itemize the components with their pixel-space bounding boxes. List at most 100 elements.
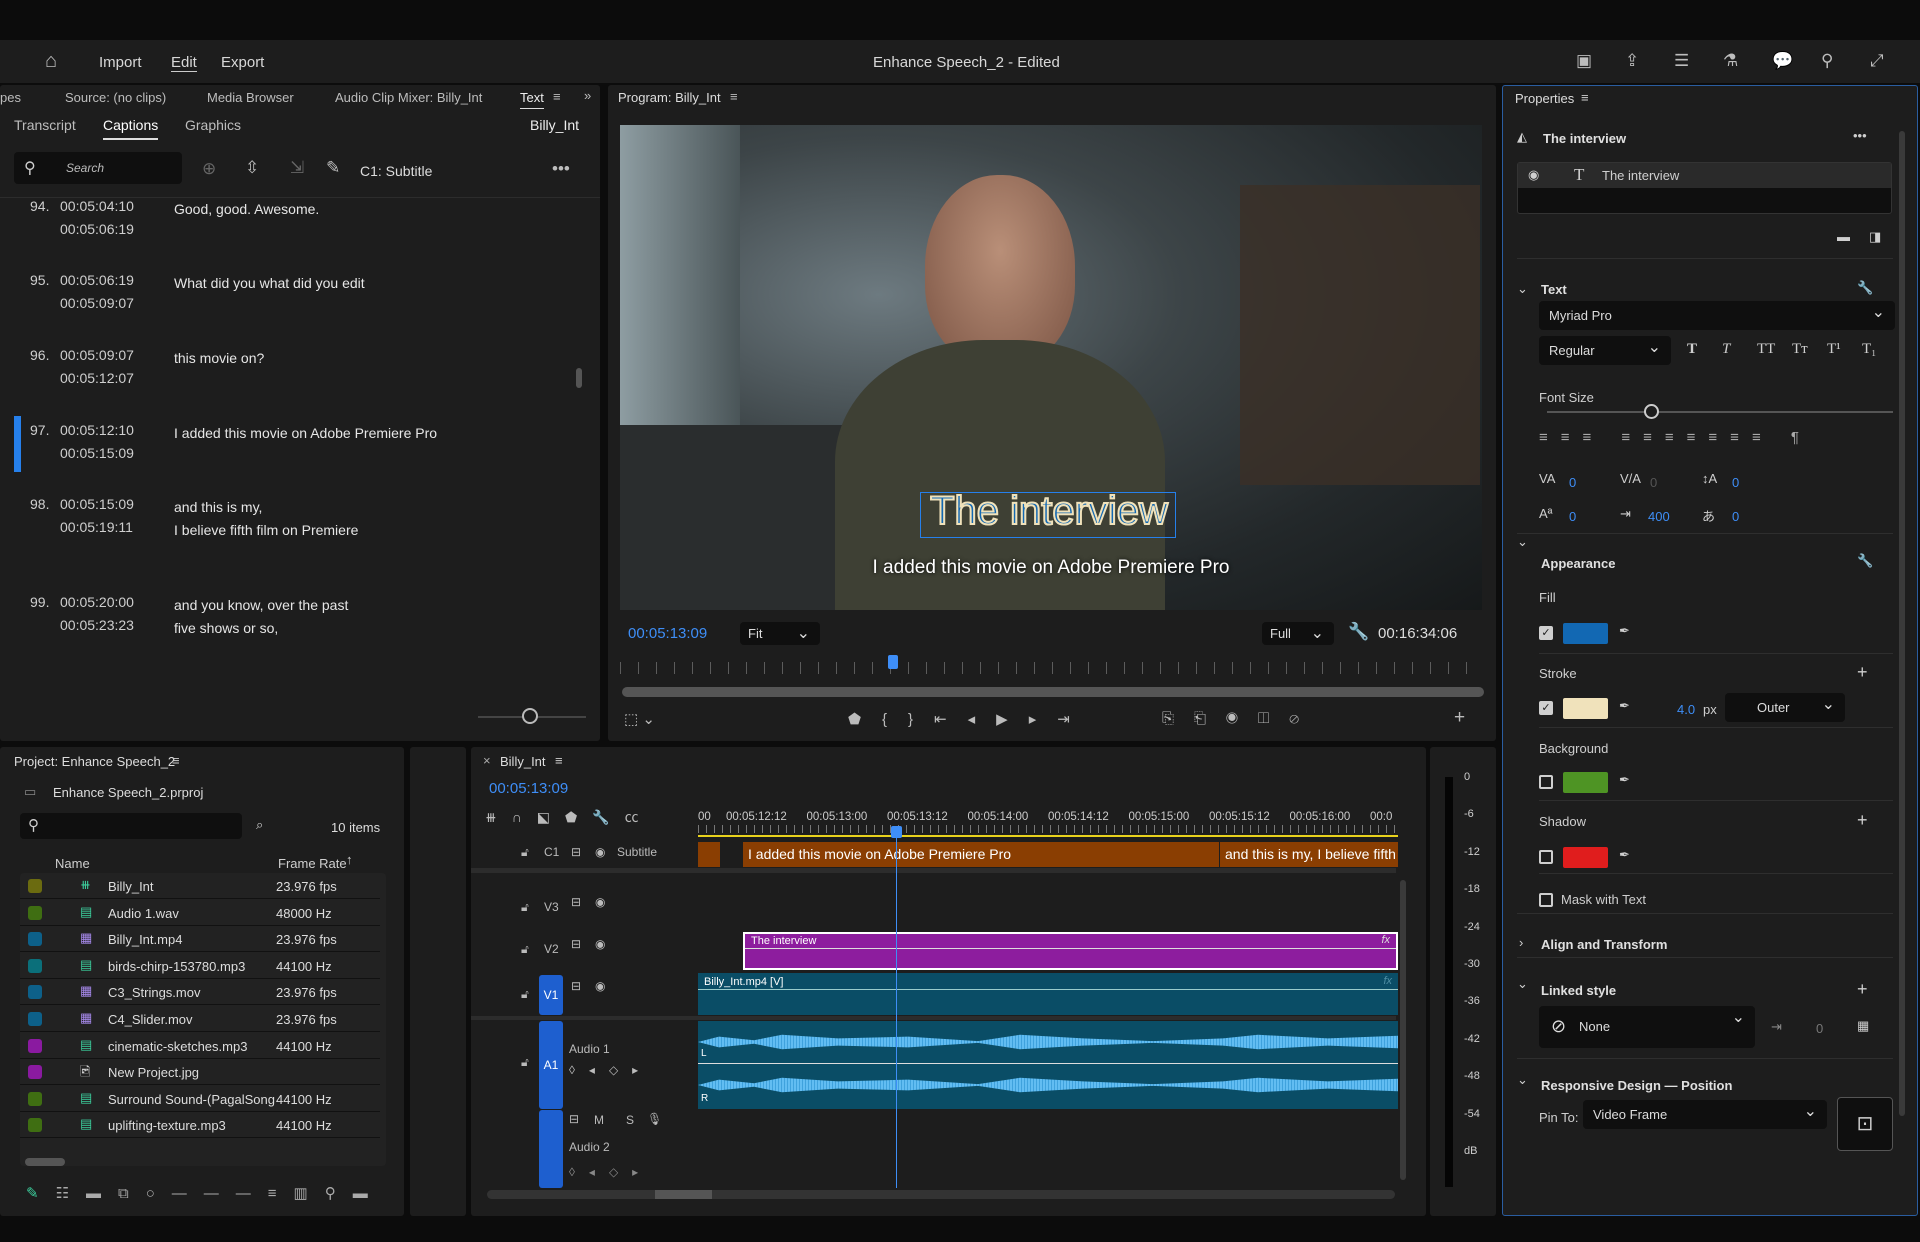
wrench-icon[interactable]: 🔧 xyxy=(1348,622,1369,642)
zoom-scrollbar[interactable] xyxy=(622,687,1484,697)
folder-up-icon[interactable]: ▭ xyxy=(24,784,36,800)
transport-controls[interactable]: ⬟{}⇤◂▶▸⇥ xyxy=(848,710,1091,728)
font-size-slider-handle[interactable] xyxy=(1643,404,1659,419)
track-divider[interactable] xyxy=(471,868,1396,873)
label-color-swatch[interactable] xyxy=(28,958,42,973)
graphic-title-text[interactable]: The interview xyxy=(921,488,1177,534)
timeline-timecode[interactable]: 00:05:13:09 xyxy=(489,780,568,797)
column-frame-rate[interactable]: Frame Rate xyxy=(278,856,347,871)
leading-value[interactable]: 0 xyxy=(1732,475,1739,490)
add-button-icon[interactable]: + xyxy=(1454,707,1465,729)
playhead-line[interactable] xyxy=(896,828,897,1188)
stroke-width-value[interactable]: 4.0 xyxy=(1677,702,1695,717)
label-color-swatch[interactable] xyxy=(28,1091,42,1106)
lock-icon[interactable]: 🔓︎ xyxy=(521,845,529,860)
shadow-color-swatch[interactable] xyxy=(1563,847,1608,868)
tab-scopes[interactable]: pes xyxy=(0,90,21,105)
audio-clip[interactable]: L R xyxy=(698,1021,1398,1109)
caption-item[interactable]: 96. 00:05:09:07 00:05:12:07 this movie o… xyxy=(0,347,590,417)
align-transform-header[interactable]: Align and Transform xyxy=(1541,937,1667,952)
chevron-down-icon[interactable]: ⌄ xyxy=(1517,534,1528,550)
source-patch-a2[interactable] xyxy=(539,1110,563,1188)
label-color-swatch[interactable] xyxy=(28,905,42,920)
label-color-swatch[interactable] xyxy=(28,932,42,947)
chevron-down-icon[interactable]: ⌄ xyxy=(1517,976,1528,992)
tab-audio-clip-mixer[interactable]: Audio Clip Mixer: Billy_Int xyxy=(335,90,482,105)
panel-menu-icon[interactable]: ≡ xyxy=(555,753,563,768)
lock-icon[interactable]: 🔓︎ xyxy=(521,900,529,915)
eye-icon[interactable]: ◉ xyxy=(595,895,605,909)
microphone-icon[interactable]: 🎙︎ xyxy=(647,1112,662,1126)
caption-out-time[interactable]: 00:05:15:09 xyxy=(60,445,134,461)
eye-icon[interactable]: ◉ xyxy=(1528,167,1539,183)
appearance-header[interactable]: Appearance xyxy=(1541,556,1615,571)
timeline-toolbar[interactable]: ⧻∩⬕⬟🔧㏄ xyxy=(485,807,654,827)
caption-out-time[interactable]: 00:05:12:07 xyxy=(60,370,134,386)
more-panels-icon[interactable]: » xyxy=(584,88,591,103)
wrench-icon[interactable]: 🔧 xyxy=(1857,280,1873,296)
playhead-timecode[interactable]: 00:05:13:09 xyxy=(628,625,707,642)
zoom-slider-handle[interactable] xyxy=(522,708,538,724)
text-style-button[interactable]: T xyxy=(1687,341,1697,358)
eyedropper-icon[interactable]: ✒ xyxy=(1619,772,1630,788)
tab-transcript[interactable]: Transcript xyxy=(14,117,76,133)
menu-export[interactable]: Export xyxy=(221,54,264,71)
eyedropper-icon[interactable]: ✒ xyxy=(1619,698,1630,714)
text-style-button[interactable]: T₁ xyxy=(1862,341,1876,358)
source-patch-a1[interactable]: A1 xyxy=(539,1021,563,1109)
time-ruler[interactable] xyxy=(620,662,1482,674)
tsume-value[interactable]: 0 xyxy=(1732,509,1739,524)
baseline-value[interactable]: 0 xyxy=(1569,509,1576,524)
style-count[interactable]: 0 xyxy=(1816,1021,1823,1036)
fill-color-swatch[interactable] xyxy=(1563,623,1608,644)
video-clip[interactable]: Billy_Int.mp4 [V] fx xyxy=(698,973,1398,1015)
source-patch-v1[interactable]: V1 xyxy=(539,975,563,1015)
chevron-down-icon[interactable]: ⌄ xyxy=(1517,1072,1528,1088)
caption-item[interactable]: 98. 00:05:15:09 00:05:19:11 and this is … xyxy=(0,496,590,566)
find-bin-icon[interactable]: ⌕ xyxy=(256,817,263,833)
tab-width-value[interactable]: 400 xyxy=(1648,509,1670,524)
caption-in-time[interactable]: 00:05:09:07 xyxy=(60,347,134,363)
share-icon[interactable]: ⇪ xyxy=(1625,51,1639,71)
mute-button[interactable]: M xyxy=(594,1113,604,1127)
panel-menu-icon[interactable]: ≡ xyxy=(1581,90,1589,105)
add-caption-icon[interactable]: ⊕ xyxy=(202,159,216,179)
playhead-handle[interactable] xyxy=(891,826,902,838)
learn-icon[interactable]: ⚗ xyxy=(1723,51,1738,71)
sync-lock-icon[interactable]: ⊟ xyxy=(571,937,581,951)
font-size-slider[interactable] xyxy=(1547,411,1893,413)
project-footer-toolbar[interactable]: ✎☷▬⧉○———≡▥⚲▬ xyxy=(26,1184,385,1202)
tab-captions[interactable]: Captions xyxy=(103,117,159,140)
mask-with-text-checkbox[interactable] xyxy=(1539,893,1553,907)
text-style-button[interactable]: T xyxy=(1722,341,1730,358)
eyedropper-icon[interactable]: ✒ xyxy=(1619,623,1630,639)
caption-item[interactable]: 99. 00:05:20:00 00:05:23:23 and you know… xyxy=(0,594,590,664)
lock-icon[interactable]: 🔓︎ xyxy=(521,1055,529,1070)
sort-ascending-icon[interactable]: ↑ xyxy=(346,852,353,867)
caption-out-time[interactable]: 00:05:23:23 xyxy=(60,617,134,633)
properties-scrollbar[interactable] xyxy=(1899,131,1905,1116)
eye-icon[interactable]: ◉ xyxy=(595,845,605,859)
solo-button[interactable]: S xyxy=(626,1113,634,1127)
menu-edit[interactable]: Edit xyxy=(171,54,197,72)
stroke-checkbox[interactable]: ✓ xyxy=(1539,701,1553,715)
sync-lock-icon[interactable]: ⊟ xyxy=(571,979,581,993)
text-style-button[interactable]: Tт xyxy=(1792,341,1808,358)
push-style-icon[interactable]: ⇥ xyxy=(1771,1019,1782,1035)
label-color-swatch[interactable] xyxy=(28,1065,42,1080)
caption-search-input[interactable]: ⚲ Search xyxy=(14,152,182,184)
fx-badge[interactable]: fx xyxy=(1381,934,1390,946)
shadow-checkbox[interactable] xyxy=(1539,850,1553,864)
panel-menu-icon[interactable]: ≡ xyxy=(172,753,180,768)
sync-lock-icon[interactable]: ⊟ xyxy=(569,1112,579,1126)
project-item[interactable]: ▤ Audio 1.wav 48000 Hz xyxy=(20,900,380,926)
caption-text[interactable]: this movie on? xyxy=(174,347,264,370)
caption-clip[interactable] xyxy=(698,842,720,867)
caption-item[interactable]: 95. 00:05:06:19 00:05:09:07 What did you… xyxy=(0,272,590,342)
project-item[interactable]: ▤ uplifting-texture.mp3 44100 Hz xyxy=(20,1112,380,1139)
lock-icon[interactable]: 🔓︎ xyxy=(521,942,529,957)
linked-style-header[interactable]: Linked style xyxy=(1541,983,1616,998)
caption-out-time[interactable]: 00:05:06:19 xyxy=(60,221,134,237)
project-item[interactable]: 🖻 New Project.jpg xyxy=(20,1059,380,1086)
caption-text[interactable]: I added this movie on Adobe Premiere Pro xyxy=(174,422,437,445)
